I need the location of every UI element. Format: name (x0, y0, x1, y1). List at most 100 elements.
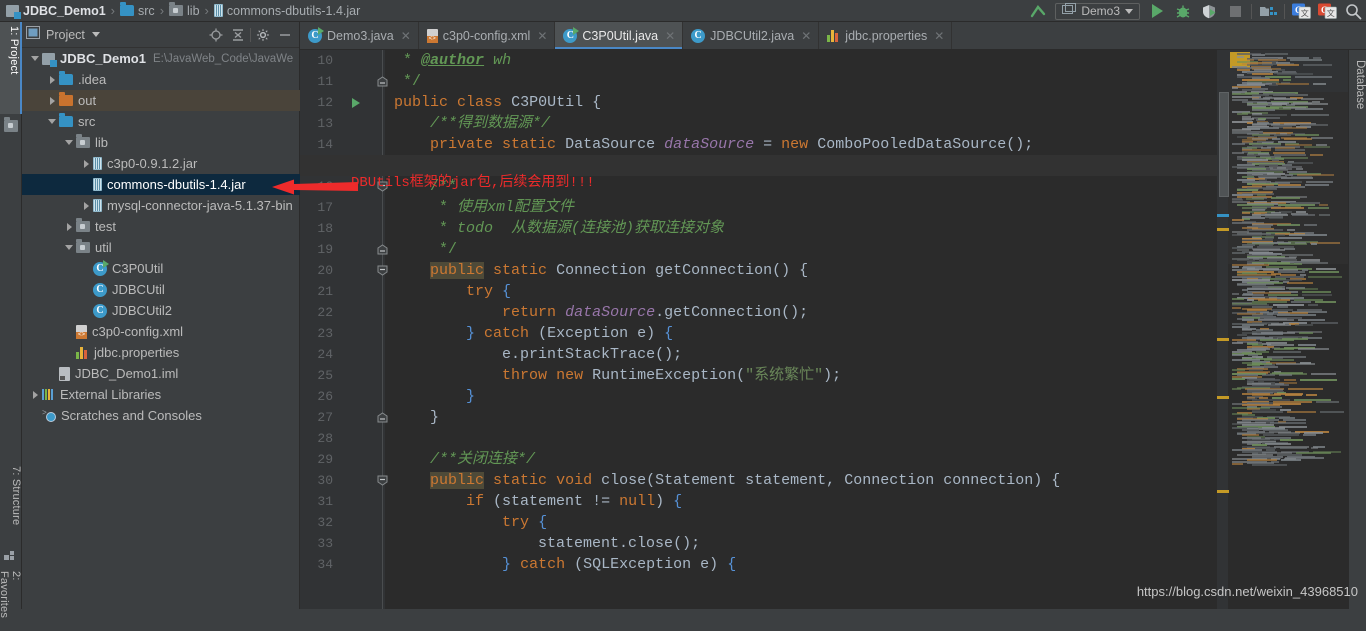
tree-item-commons-dbutils-1-4-jar[interactable]: commons-dbutils-1.4.jar (22, 174, 300, 195)
tree-twisty[interactable] (45, 97, 59, 105)
tree-twisty[interactable] (62, 223, 76, 231)
code-editor[interactable]: 1011121314151617181920212223242526272829… (300, 50, 1366, 609)
tree-item-c3p0-0-9-1-2-jar[interactable]: c3p0-0.9.1.2.jar (22, 153, 300, 174)
tree-twisty[interactable] (79, 160, 93, 168)
editor-tab-jdbcutil2-java[interactable]: CJDBCUtil2.java✕ (683, 22, 819, 49)
tree-item-jdbc-demo1[interactable]: JDBC_Demo1E:\JavaWeb_Code\JavaWe (22, 48, 300, 69)
code-line[interactable]: if (statement != null) { (385, 491, 682, 512)
tree-item-util[interactable]: util (22, 237, 300, 258)
breadcrumb-item-jdbc-demo1[interactable]: JDBC_Demo1 (6, 0, 106, 22)
close-icon[interactable]: ✕ (537, 29, 547, 43)
code-line[interactable]: e.printStackTrace(); (385, 344, 682, 365)
editor-tab-c3p0util-java[interactable]: CC3P0Util.java✕ (555, 22, 683, 49)
code-line[interactable]: } catch (SQLException e) { (385, 554, 736, 575)
code-line[interactable]: */ (385, 71, 421, 92)
code-line[interactable]: } (385, 386, 475, 407)
tree-twisty[interactable] (62, 245, 76, 250)
run-icon[interactable] (1144, 0, 1170, 22)
tree-item-jdbc-properties[interactable]: jdbc.properties (22, 342, 300, 363)
code-line[interactable]: public static void close(Statement state… (385, 470, 1060, 491)
tree-item-src[interactable]: src (22, 111, 300, 132)
chevron-down-icon[interactable] (1125, 9, 1133, 14)
editor-tab-demo3-java[interactable]: CDemo3.java✕ (300, 22, 419, 49)
translate-red-icon[interactable]: G文 (1314, 0, 1340, 22)
sidebar-tab-structure[interactable]: 7: Structure (0, 462, 22, 548)
code-line[interactable]: try { (385, 512, 547, 533)
editor-tab-jdbc-properties[interactable]: jdbc.properties✕ (819, 22, 952, 49)
close-icon[interactable]: ✕ (401, 29, 411, 43)
minimap-viewport[interactable] (1219, 92, 1229, 197)
sidebar-tab-project[interactable]: 1: Project (0, 22, 22, 114)
code-line[interactable]: * 使用xml配置文件 (385, 197, 574, 218)
code-line[interactable]: /**关闭连接*/ (385, 449, 535, 470)
scrollbar-marker[interactable] (1217, 228, 1229, 231)
tree-item-external-libraries[interactable]: External Libraries (22, 384, 300, 405)
chevron-right-icon[interactable] (50, 97, 55, 105)
translate-google-icon[interactable]: G文 (1288, 0, 1314, 22)
code-line[interactable]: try { (385, 281, 511, 302)
code-line[interactable]: statement.close(); (385, 533, 700, 554)
tree-item-test[interactable]: test (22, 216, 300, 237)
tree-twisty[interactable] (28, 56, 42, 61)
code-line[interactable]: * todo 从数据源(连接池)获取连接对象 (385, 218, 724, 239)
tree-twisty[interactable] (62, 140, 76, 145)
breadcrumb-item-src[interactable]: src (120, 0, 155, 22)
tree-item-c3p0-config-xml[interactable]: c3p0-config.xml (22, 321, 300, 342)
editor-gutter[interactable]: 1011121314151617181920212223242526272829… (300, 50, 385, 609)
chevron-right-icon[interactable] (33, 391, 38, 399)
chevron-right-icon[interactable] (50, 76, 55, 84)
tree-item-c3p0util[interactable]: CC3P0Util (22, 258, 300, 279)
collapse-all-icon[interactable] (228, 25, 248, 45)
breadcrumb-item-lib[interactable]: lib (169, 0, 200, 22)
project-structure-icon[interactable] (1255, 0, 1281, 22)
locate-icon[interactable] (206, 25, 226, 45)
sidebar-tab-favorites[interactable]: 2: Favorites (0, 567, 22, 631)
scrollbar-marker[interactable] (1217, 396, 1229, 399)
tree-twisty[interactable] (28, 391, 42, 399)
tree-item-jdbcutil[interactable]: CJDBCUtil (22, 279, 300, 300)
project-panel-chevron-down-icon[interactable] (92, 32, 100, 37)
chevron-down-icon[interactable] (65, 140, 73, 145)
code-line[interactable]: public class C3P0Util { (385, 92, 601, 113)
tree-item-jdbc-demo1-iml[interactable]: JDBC_Demo1.iml (22, 363, 300, 384)
back-arrow-icon[interactable] (1025, 0, 1051, 22)
code-line[interactable]: return dataSource.getConnection(); (385, 302, 808, 323)
scrollbar-marker[interactable] (1217, 214, 1229, 217)
code-minimap[interactable] (1228, 50, 1348, 609)
debug-icon[interactable] (1170, 0, 1196, 22)
chevron-right-icon[interactable] (67, 223, 72, 231)
search-icon[interactable] (1340, 0, 1366, 22)
code-line[interactable]: } (385, 407, 439, 428)
close-icon[interactable]: ✕ (934, 29, 944, 43)
run-configuration-selector[interactable]: Demo3 (1055, 3, 1140, 20)
run-gutter-icon[interactable] (352, 98, 360, 108)
gear-icon[interactable] (253, 25, 273, 45)
tree-twisty[interactable] (45, 76, 59, 84)
chevron-right-icon[interactable] (84, 202, 89, 210)
close-icon[interactable]: ✕ (801, 29, 811, 43)
project-tree[interactable]: JDBC_Demo1E:\JavaWeb_Code\JavaWe.ideaout… (22, 48, 300, 609)
tree-twisty[interactable] (45, 119, 59, 124)
tree-item-lib[interactable]: lib (22, 132, 300, 153)
close-icon[interactable]: ✕ (665, 29, 675, 43)
chevron-down-icon[interactable] (48, 119, 56, 124)
chevron-down-icon[interactable] (31, 56, 39, 61)
chevron-right-icon[interactable] (84, 160, 89, 168)
editor-tab-c3p0-config-xml[interactable]: c3p0-config.xml✕ (419, 22, 556, 49)
tree-item-scratches-and-consoles[interactable]: Scratches and Consoles (22, 405, 300, 426)
tree-item--idea[interactable]: .idea (22, 69, 300, 90)
hide-panel-icon[interactable] (275, 25, 295, 45)
tree-item-mysql-connector-java-5-1-37-bin[interactable]: mysql-connector-java-5.1.37-bin (22, 195, 300, 216)
code-line[interactable]: private static DataSource dataSource = n… (385, 134, 1033, 155)
code-line[interactable]: throw new RuntimeException("系统繁忙"); (385, 365, 841, 386)
scrollbar-marker[interactable] (1217, 490, 1229, 493)
scrollbar-marker[interactable] (1217, 338, 1229, 341)
code-line[interactable]: } catch (Exception e) { (385, 323, 673, 344)
breadcrumb-item-commons-dbutils-1-4-jar[interactable]: commons-dbutils-1.4.jar (214, 0, 360, 22)
code-line[interactable]: public static Connection getConnection()… (385, 260, 808, 281)
code-line[interactable]: * @author wh (385, 50, 511, 71)
tree-item-jdbcutil2[interactable]: CJDBCUtil2 (22, 300, 300, 321)
tree-twisty[interactable] (79, 202, 93, 210)
tree-item-out[interactable]: out (22, 90, 300, 111)
code-line[interactable]: /**得到数据源*/ (385, 113, 550, 134)
